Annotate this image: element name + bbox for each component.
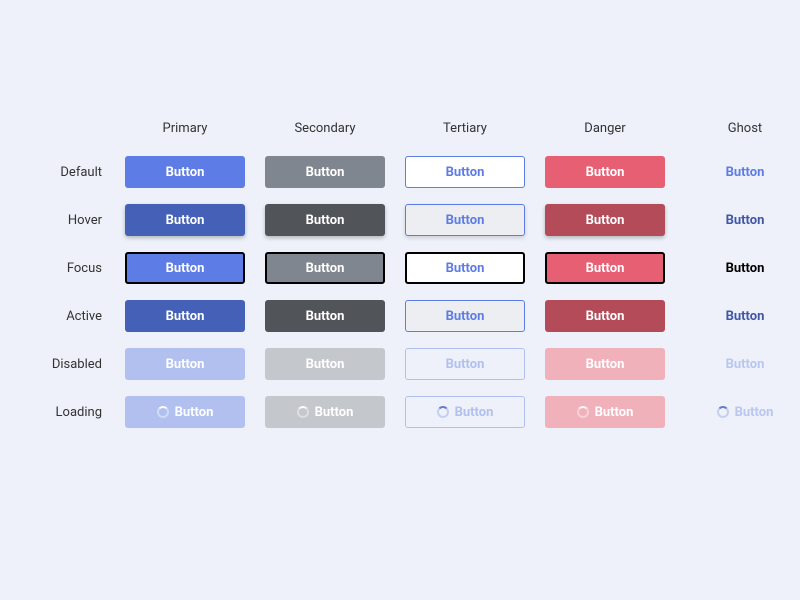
spinner-icon xyxy=(297,406,309,418)
danger-disabled-button: Button xyxy=(545,348,665,380)
secondary-disabled-button: Button xyxy=(265,348,385,380)
button-label: Button xyxy=(315,405,354,420)
spinner-icon xyxy=(577,406,589,418)
primary-focus-button[interactable]: Button xyxy=(125,252,245,284)
ghost-default-button[interactable]: Button xyxy=(718,156,773,188)
secondary-focus-button[interactable]: Button xyxy=(265,252,385,284)
tertiary-active-button[interactable]: Button xyxy=(405,300,525,332)
primary-default-button[interactable]: Button xyxy=(125,156,245,188)
secondary-default-button[interactable]: Button xyxy=(265,156,385,188)
tertiary-hover-button[interactable]: Button xyxy=(405,204,525,236)
tertiary-default-button[interactable]: Button xyxy=(405,156,525,188)
row-header-default: Default xyxy=(40,165,110,180)
row-header-hover: Hover xyxy=(40,213,110,228)
col-header-secondary: Secondary xyxy=(260,121,390,136)
button-states-grid: Primary Secondary Tertiary Danger Ghost … xyxy=(40,110,800,434)
danger-default-button[interactable]: Button xyxy=(545,156,665,188)
secondary-loading-button: Button xyxy=(265,396,385,428)
row-header-disabled: Disabled xyxy=(40,357,110,372)
ghost-focus-button[interactable]: Button xyxy=(718,252,773,284)
col-header-tertiary: Tertiary xyxy=(400,121,530,136)
ghost-disabled-button: Button xyxy=(718,348,773,380)
button-label: Button xyxy=(175,405,214,420)
tertiary-disabled-button: Button xyxy=(405,348,525,380)
secondary-hover-button[interactable]: Button xyxy=(265,204,385,236)
primary-loading-button: Button xyxy=(125,396,245,428)
button-label: Button xyxy=(735,405,774,420)
ghost-hover-button[interactable]: Button xyxy=(718,204,773,236)
primary-hover-button[interactable]: Button xyxy=(125,204,245,236)
spinner-icon xyxy=(717,406,729,418)
ghost-loading-button: Button xyxy=(709,396,782,428)
col-header-ghost: Ghost xyxy=(680,121,800,136)
secondary-active-button[interactable]: Button xyxy=(265,300,385,332)
spinner-icon xyxy=(437,406,449,418)
danger-loading-button: Button xyxy=(545,396,665,428)
col-header-danger: Danger xyxy=(540,121,670,136)
primary-disabled-button: Button xyxy=(125,348,245,380)
ghost-active-button[interactable]: Button xyxy=(718,300,773,332)
row-header-active: Active xyxy=(40,309,110,324)
row-header-focus: Focus xyxy=(40,261,110,276)
primary-active-button[interactable]: Button xyxy=(125,300,245,332)
danger-active-button[interactable]: Button xyxy=(545,300,665,332)
row-header-loading: Loading xyxy=(40,405,110,420)
danger-focus-button[interactable]: Button xyxy=(545,252,665,284)
button-label: Button xyxy=(595,405,634,420)
col-header-primary: Primary xyxy=(120,121,250,136)
button-label: Button xyxy=(455,405,494,420)
danger-hover-button[interactable]: Button xyxy=(545,204,665,236)
spinner-icon xyxy=(157,406,169,418)
tertiary-loading-button: Button xyxy=(405,396,525,428)
tertiary-focus-button[interactable]: Button xyxy=(405,252,525,284)
